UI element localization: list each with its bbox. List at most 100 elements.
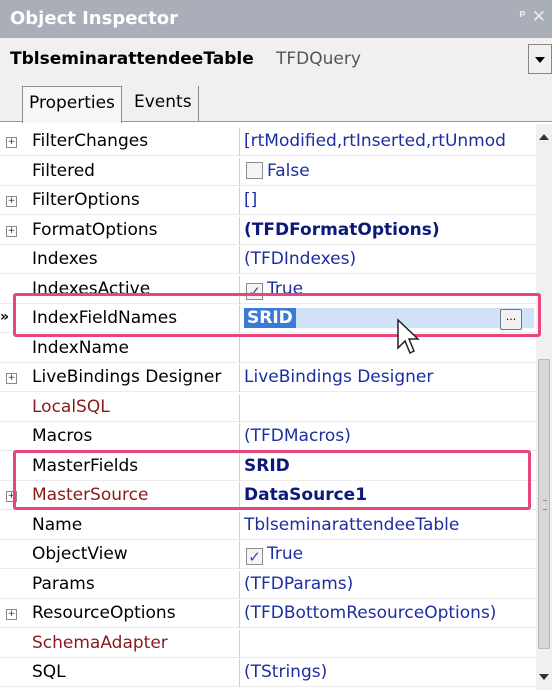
property-name: Filtered: [32, 160, 95, 181]
current-row-arrow-icon: »: [0, 309, 10, 325]
property-row[interactable]: Filtered False: [0, 157, 536, 186]
property-value[interactable]: (TFDIndexes): [244, 249, 534, 269]
expand-icon[interactable]: +: [6, 609, 17, 620]
object-selector-bar: TblseminarattendeeTable TFDQuery: [0, 38, 552, 82]
property-row[interactable]: IndexesActive ✓ True: [0, 275, 536, 304]
property-name: MasterFields: [32, 455, 139, 476]
property-row[interactable]: + FilterOptions []: [0, 187, 536, 215]
scrollbar-thumb[interactable]: [538, 359, 550, 649]
grip-icon: [543, 500, 547, 510]
property-name: Params: [32, 573, 95, 594]
column-divider[interactable]: [239, 659, 240, 687]
column-divider[interactable]: [239, 157, 240, 186]
pin-icon[interactable]: ᵖ: [519, 8, 526, 24]
column-divider[interactable]: [239, 128, 240, 156]
property-value[interactable]: (TFDBottomResourceOptions): [244, 603, 534, 623]
property-value[interactable]: []: [244, 190, 534, 210]
property-value[interactable]: (TFDParams): [244, 574, 534, 594]
property-row[interactable]: + ResourceOptions (TFDBottomResourceOption…: [0, 600, 536, 628]
scroll-down-icon[interactable]: [539, 674, 549, 680]
property-value[interactable]: LiveBindings Designer: [244, 367, 534, 387]
property-row[interactable]: + LiveBindings Designer LiveBindings Desig…: [0, 364, 536, 392]
object-type: TFDQuery: [276, 49, 361, 69]
property-row[interactable]: + FilterChanges [rtModified,rtInserted,rtU…: [0, 128, 536, 156]
property-value[interactable]: SRID: [244, 456, 534, 476]
property-row[interactable]: » IndexFieldNames SRID...: [0, 305, 536, 333]
checkbox-checked-icon[interactable]: ✓: [246, 548, 263, 565]
property-row[interactable]: SQL (TStrings): [0, 659, 536, 687]
column-divider[interactable]: [239, 305, 240, 333]
property-value[interactable]: DataSource1: [244, 485, 534, 505]
column-divider[interactable]: [239, 482, 240, 510]
property-name: ResourceOptions: [32, 603, 176, 623]
column-divider[interactable]: [239, 246, 240, 274]
object-dropdown-button[interactable]: [528, 44, 552, 74]
column-divider[interactable]: [239, 629, 240, 658]
property-row[interactable]: Name TblseminarattendeeTable: [0, 511, 536, 540]
property-value[interactable]: [rtModified,rtInserted,rtUnmod: [244, 131, 534, 151]
expand-icon[interactable]: +: [6, 225, 17, 237]
property-name: FilterChanges: [32, 131, 149, 151]
column-divider[interactable]: [239, 600, 240, 628]
scroll-up-icon[interactable]: [539, 134, 549, 140]
column-divider[interactable]: [239, 541, 240, 569]
chevron-down-icon: [535, 57, 545, 63]
property-row[interactable]: Macros (TFDMacros): [0, 423, 536, 451]
property-row[interactable]: MasterFields SRID: [0, 452, 536, 481]
property-value-text: False: [267, 160, 310, 181]
column-divider[interactable]: [239, 364, 240, 392]
ellipsis-button[interactable]: ...: [500, 309, 522, 330]
window-title: Object Inspector: [10, 8, 178, 29]
tab-properties[interactable]: Properties: [22, 86, 122, 123]
property-row[interactable]: + MasterSource DataSource1: [0, 482, 536, 510]
property-value[interactable]: (TFDMacros): [244, 426, 534, 446]
expand-icon[interactable]: +: [6, 373, 17, 384]
property-name: LiveBindings Designer: [32, 367, 222, 387]
property-value[interactable]: SRID: [244, 308, 534, 328]
property-row[interactable]: LocalSQL: [0, 393, 536, 422]
checkbox-unchecked-icon[interactable]: [246, 161, 263, 179]
property-row[interactable]: Indexes (TFDIndexes): [0, 246, 536, 274]
property-name: MasterSource: [32, 485, 149, 505]
expand-icon[interactable]: +: [6, 196, 17, 207]
column-divider[interactable]: [239, 570, 240, 599]
mouse-cursor-icon: [397, 318, 420, 355]
property-name: ObjectView: [32, 544, 128, 564]
close-icon[interactable]: ✕: [532, 7, 546, 27]
property-row[interactable]: SchemaAdapter: [0, 629, 536, 658]
property-name: IndexName: [32, 337, 129, 358]
column-divider[interactable]: [239, 452, 240, 481]
tab-events[interactable]: Events: [128, 86, 199, 122]
property-value[interactable]: False: [246, 161, 536, 181]
property-row[interactable]: Params (TFDParams): [0, 570, 536, 599]
property-name: LocalSQL: [32, 396, 110, 417]
property-row[interactable]: + FormatOptions (TFDFormatOptions): [0, 216, 536, 245]
property-value[interactable]: TblseminarattendeeTable: [244, 515, 534, 535]
property-value-text[interactable]: SRID: [244, 308, 296, 328]
property-row[interactable]: ObjectView ✓ True: [0, 541, 536, 569]
column-divider[interactable]: [239, 275, 240, 304]
property-name: FilterOptions: [32, 190, 140, 210]
column-divider[interactable]: [239, 334, 240, 363]
property-value[interactable]: (TFDFormatOptions): [244, 220, 534, 240]
property-name: SchemaAdapter: [32, 632, 168, 653]
column-divider[interactable]: [239, 187, 240, 215]
expand-icon[interactable]: +: [6, 137, 17, 148]
vertical-scrollbar[interactable]: [536, 124, 552, 690]
property-value[interactable]: ✓ True: [246, 279, 536, 300]
column-divider[interactable]: [239, 423, 240, 451]
column-divider[interactable]: [239, 393, 240, 422]
object-selector-combo[interactable]: TblseminarattendeeTable TFDQuery: [6, 44, 528, 76]
property-name: IndexFieldNames: [32, 308, 178, 328]
property-value-text: True: [267, 278, 304, 299]
object-name: TblseminarattendeeTable: [10, 49, 254, 69]
column-divider[interactable]: [239, 216, 240, 245]
property-row[interactable]: IndexName: [0, 334, 536, 363]
property-name: IndexesActive: [32, 278, 151, 299]
checkbox-checked-icon[interactable]: ✓: [246, 282, 263, 300]
expand-icon[interactable]: +: [6, 491, 17, 502]
tab-bar: Properties Events: [0, 82, 552, 123]
property-value[interactable]: ✓ True: [246, 544, 536, 565]
property-value[interactable]: (TStrings): [244, 662, 534, 682]
column-divider[interactable]: [239, 511, 240, 540]
